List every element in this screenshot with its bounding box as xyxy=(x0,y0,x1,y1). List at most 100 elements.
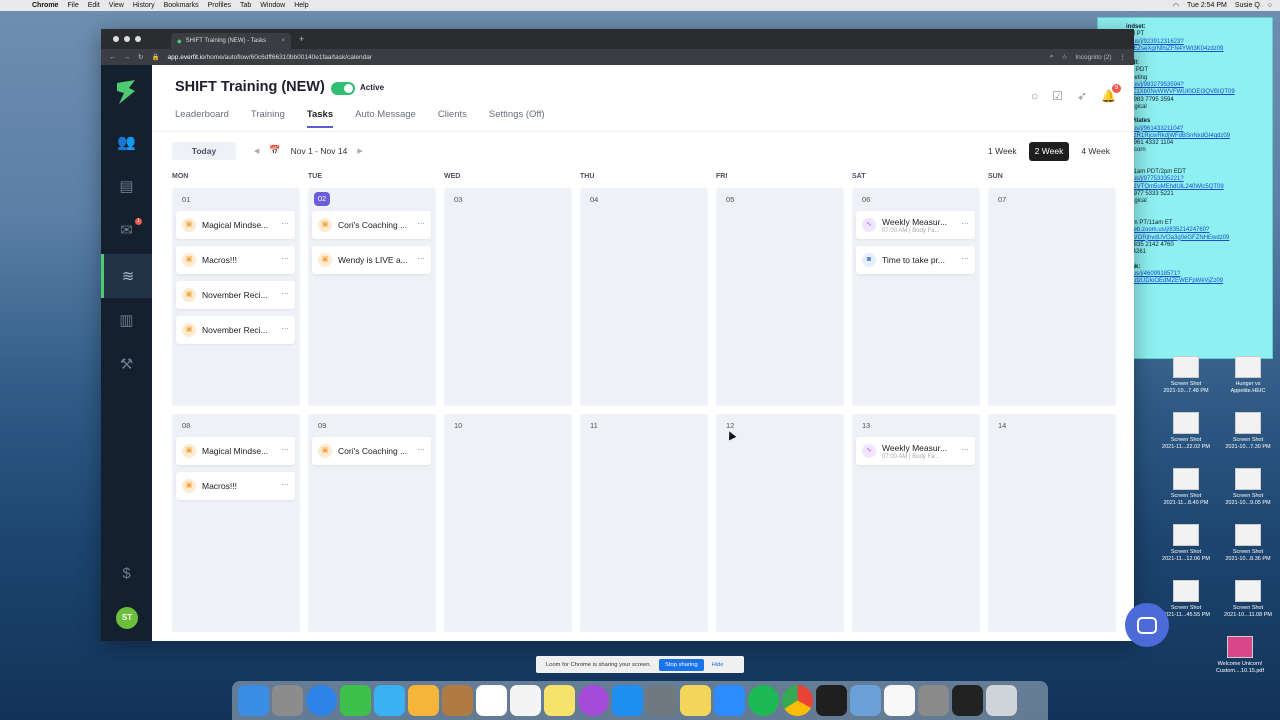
menu-item-help[interactable]: Help xyxy=(294,2,308,9)
chat-support-button[interactable] xyxy=(1125,603,1169,647)
nav-library-icon[interactable]: ▤ xyxy=(101,164,152,208)
date-range-label[interactable]: Nov 1 - Nov 14 xyxy=(291,146,348,156)
desktop-file-icon[interactable]: Screen Shot 2021-11...12.06 PM xyxy=(1156,524,1216,562)
calendar-day-cell[interactable]: 01 ▣ Magical Mindse... ⋯ ▣ Macros!!! ⋯ ▣ Novembe… xyxy=(172,188,300,406)
week-option-1-week[interactable]: 1 Week xyxy=(982,142,1023,161)
more-options-icon[interactable]: ⋯ xyxy=(961,219,969,228)
messages-icon[interactable] xyxy=(374,685,405,716)
wifi-icon[interactable]: ◠ xyxy=(1173,2,1179,10)
calendar-day-cell[interactable]: 06 ∿ Weekly Measur... 07:00 AM | Body Fa...… xyxy=(852,188,980,406)
zoom-icon[interactable] xyxy=(714,685,745,716)
photos-icon[interactable] xyxy=(408,685,439,716)
nav-payment-icon[interactable]: $ xyxy=(101,551,152,595)
week-option-4-week[interactable]: 4 Week xyxy=(1075,142,1116,161)
back-icon[interactable]: ← xyxy=(109,54,116,61)
menu-item-bookmarks[interactable]: Bookmarks xyxy=(164,2,199,9)
bookmark-star-icon[interactable]: ☆ xyxy=(1062,53,1068,61)
more-options-icon[interactable]: ⋯ xyxy=(281,445,289,454)
menu-item-view[interactable]: View xyxy=(109,2,124,9)
task-card[interactable]: ◙ Time to take pr... ⋯ xyxy=(856,246,975,274)
tab-settings-off[interactable]: Settings (Off) xyxy=(489,109,545,128)
task-card[interactable]: ▣ November Reci... ⋯ xyxy=(176,281,295,309)
textedit-icon[interactable] xyxy=(884,685,915,716)
task-card[interactable]: ∿ Weekly Measur... 07:00 AM | Body Fa... ⋯ xyxy=(856,211,975,239)
calendar-day-cell[interactable]: 04 xyxy=(580,188,708,406)
appstore-icon[interactable] xyxy=(612,685,643,716)
finder-icon[interactable] xyxy=(238,685,269,716)
calendar-day-cell[interactable]: 10 xyxy=(444,414,572,632)
menu-item-window[interactable]: Window xyxy=(260,2,285,9)
desktop-file-icon[interactable]: Screen Shot 2021-11...22.02 PM xyxy=(1156,412,1216,450)
nav-clients-icon[interactable]: 👥 xyxy=(101,120,152,164)
contacts-icon[interactable] xyxy=(442,685,473,716)
more-options-icon[interactable]: ⋯ xyxy=(281,324,289,333)
active-toggle[interactable] xyxy=(331,82,355,95)
nav-messages-icon[interactable]: ✉ 1 xyxy=(101,208,152,252)
tab-leaderboard[interactable]: Leaderboard xyxy=(175,109,229,128)
desktop-file-icon[interactable]: Screen Shot 2021-10...11.08 PM xyxy=(1218,580,1278,618)
calendar-day-cell[interactable]: 03 xyxy=(444,188,572,406)
window-controls[interactable] xyxy=(113,36,141,42)
calendar-day-cell[interactable]: 05 xyxy=(716,188,844,406)
launchpad-icon[interactable] xyxy=(272,685,303,716)
tab-clients[interactable]: Clients xyxy=(438,109,467,128)
task-card[interactable]: ▣ Macros!!! ⋯ xyxy=(176,472,295,500)
zoom-icon[interactable]: ⌕ xyxy=(1050,53,1054,61)
task-card[interactable]: ▣ Macros!!! ⋯ xyxy=(176,246,295,274)
menu-item-edit[interactable]: Edit xyxy=(88,2,100,9)
tasks-check-icon[interactable]: ☑ xyxy=(1052,89,1063,103)
more-options-icon[interactable]: ⋯ xyxy=(281,289,289,298)
quicktime-icon[interactable] xyxy=(816,685,847,716)
everfit-logo[interactable] xyxy=(115,79,137,105)
reload-icon[interactable]: ↻ xyxy=(138,53,143,61)
desktop-file-icon[interactable]: Screen Shot 2021-10...8.36 PM xyxy=(1218,524,1278,562)
task-card[interactable]: ▣ Magical Mindse... ⋯ xyxy=(176,211,295,239)
podcasts-icon[interactable] xyxy=(578,685,609,716)
more-options-icon[interactable]: ⋯ xyxy=(417,254,425,263)
notes-icon[interactable] xyxy=(544,685,575,716)
task-card[interactable]: ▣ Wendy is LIVE a... ⋯ xyxy=(312,246,431,274)
more-options-icon[interactable]: ⋯ xyxy=(961,445,969,454)
desktop-file-icon[interactable]: Screen Shot 2021-11...8.40 PM xyxy=(1156,468,1216,506)
url-field[interactable]: app.everfit.io/home/autoflow/60c6dff6631… xyxy=(168,54,1042,61)
safari-icon[interactable] xyxy=(306,685,337,716)
more-options-icon[interactable]: ⋯ xyxy=(417,445,425,454)
nav-programs-icon[interactable]: ⚒ xyxy=(101,342,152,386)
calendar-day-cell[interactable]: 13 ∿ Weekly Measur... 07:00 AM | Body Fa...… xyxy=(852,414,980,632)
more-options-icon[interactable]: ⋯ xyxy=(281,219,289,228)
user-name[interactable]: Susie Q xyxy=(1235,2,1260,9)
task-card[interactable]: ▣ November Reci... ⋯ xyxy=(176,316,295,344)
nav-autoflow-icon[interactable]: ≋ xyxy=(101,254,152,298)
calendar-day-cell[interactable]: 08 ▣ Magical Mindse... ⋯ ▣ Macros!!! ⋯ xyxy=(172,414,300,632)
desktop-file-icon[interactable]: Hunger vs Appetite.HEIC xyxy=(1218,356,1278,394)
bell-icon[interactable]: 🔔 9 xyxy=(1101,84,1121,103)
browser-tab[interactable]: ◆ SHIFT Training (NEW) - Tasks × xyxy=(171,33,291,49)
task-card[interactable]: ▣ Cori's Coaching ... ⋯ xyxy=(312,437,431,465)
calendar-day-cell[interactable]: 14 xyxy=(988,414,1116,632)
nav-teams-icon[interactable]: ▥ xyxy=(101,298,152,342)
forward-icon[interactable]: → xyxy=(124,54,131,61)
calendar-day-cell[interactable]: 09 ▣ Cori's Coaching ... ⋯ xyxy=(308,414,436,632)
desktop-file-icon[interactable]: Screen Shot 2021-10...9.05 PM xyxy=(1218,468,1278,506)
stop-sharing-button[interactable]: Stop sharing xyxy=(659,658,704,671)
calendar-day-cell[interactable]: 07 xyxy=(988,188,1116,406)
menu-item-history[interactable]: History xyxy=(133,2,155,9)
spotify-icon[interactable] xyxy=(748,685,779,716)
desktop-file-icon[interactable]: Welcome Unicorn! Custom....10.15.pdf xyxy=(1210,636,1270,674)
tab-tasks[interactable]: Tasks xyxy=(306,109,334,128)
menu-item-profiles[interactable]: Profiles xyxy=(208,2,231,9)
hide-button[interactable]: Hide xyxy=(712,662,724,668)
prev-arrow-icon[interactable]: ◀ xyxy=(254,147,259,155)
new-tab-button[interactable]: + xyxy=(299,34,304,44)
week-option-2-week[interactable]: 2 Week xyxy=(1028,142,1070,161)
desktop-file-icon[interactable]: Screen Shot 2021-10...7.30 PM xyxy=(1218,412,1278,450)
preview-icon[interactable] xyxy=(850,685,881,716)
reminders-icon[interactable] xyxy=(510,685,541,716)
stickies-icon[interactable] xyxy=(680,685,711,716)
facetime-icon[interactable] xyxy=(340,685,371,716)
desktop-file-icon[interactable]: Screen Shot 2021-10...7.48 PM xyxy=(1156,356,1216,394)
tab-training[interactable]: Training xyxy=(251,109,285,128)
calendar-icon[interactable] xyxy=(476,685,507,716)
avatar[interactable]: ST xyxy=(116,607,138,629)
more-options-icon[interactable]: ⋯ xyxy=(417,219,425,228)
